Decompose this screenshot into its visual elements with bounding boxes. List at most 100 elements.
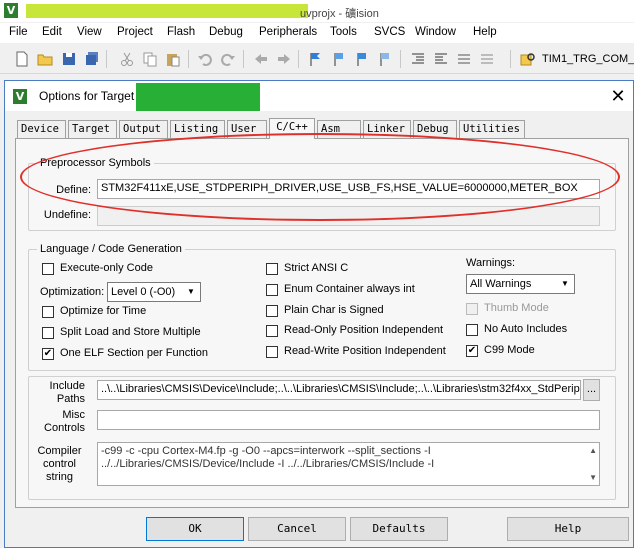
- include-label-line-2: Paths: [56, 393, 85, 405]
- strict-ansi-label: Strict ANSI C: [284, 262, 349, 274]
- warnings-value: All Warnings: [470, 278, 532, 290]
- thumb-mode-label: Thumb Mode: [484, 302, 549, 314]
- plain-char-checkbox[interactable]: [266, 305, 278, 317]
- tab-target[interactable]: Target: [68, 120, 117, 138]
- split-load-label: Split Load and Store Multiple: [60, 326, 201, 338]
- enum-container-checkbox[interactable]: [266, 284, 278, 296]
- warnings-select[interactable]: All Warnings ▼: [466, 274, 575, 294]
- target-name-combo[interactable]: TIM1_TRG_COM_T: [542, 53, 634, 65]
- misc-controls-label: Misc Controls: [34, 409, 85, 435]
- tab-device[interactable]: Device: [17, 120, 66, 138]
- menu-edit[interactable]: Edit: [42, 26, 62, 38]
- optimize-time-label: Optimize for Time: [60, 305, 147, 317]
- no-auto-includes-label: No Auto Includes: [484, 323, 568, 335]
- tab-listing[interactable]: Listing: [170, 120, 225, 138]
- optimize-time-checkbox[interactable]: [42, 306, 54, 318]
- execute-only-checkbox[interactable]: [42, 263, 54, 275]
- undefine-input[interactable]: [97, 206, 600, 226]
- help-button[interactable]: Help: [507, 517, 629, 541]
- menu-project[interactable]: Project: [117, 26, 153, 38]
- undo-icon[interactable]: [197, 51, 213, 67]
- defaults-button[interactable]: Defaults: [350, 517, 448, 541]
- preprocessor-group-label: Preprocessor Symbols: [37, 157, 154, 169]
- menu-debug[interactable]: Debug: [209, 26, 243, 38]
- options-dialog: V Options for Target ✕ Device Target Out…: [4, 80, 634, 548]
- tab-linker[interactable]: Linker: [363, 120, 411, 138]
- c99-mode-checkbox[interactable]: ✔: [466, 345, 478, 357]
- paste-icon[interactable]: [165, 51, 181, 67]
- clear-bookmarks-icon[interactable]: [377, 51, 393, 67]
- tab-c-cpp[interactable]: C/C++: [269, 118, 315, 139]
- scroll-down-icon[interactable]: ▼: [589, 471, 597, 484]
- menu-tools[interactable]: Tools: [330, 26, 357, 38]
- uncomment-icon[interactable]: [479, 51, 495, 67]
- misc-label-line-1: Misc: [62, 409, 85, 421]
- scroll-up-icon[interactable]: ▲: [589, 444, 597, 457]
- unindent-icon[interactable]: [433, 51, 449, 67]
- plain-char-label: Plain Char is Signed: [284, 304, 384, 316]
- c99-mode-label: C99 Mode: [484, 344, 535, 356]
- menu-window[interactable]: Window: [415, 26, 456, 38]
- compiler-label-line-2: control: [42, 458, 77, 470]
- comment-icon[interactable]: [456, 51, 472, 67]
- cpp-options-panel: Preprocessor Symbols Define: STM32F411xE…: [15, 138, 629, 508]
- split-load-checkbox[interactable]: [42, 327, 54, 339]
- keil-logo-icon: V: [13, 89, 27, 104]
- strict-ansi-checkbox[interactable]: [266, 263, 278, 275]
- compiler-string-textarea[interactable]: -c99 -c -cpu Cortex-M4.fp -g -O0 --apcs=…: [97, 442, 600, 486]
- prev-bookmark-icon[interactable]: [331, 51, 347, 67]
- tab-utilities[interactable]: Utilities: [459, 120, 525, 138]
- chevron-down-icon: ▼: [187, 287, 195, 296]
- include-label-line-1: Include: [49, 380, 85, 392]
- tab-asm[interactable]: Asm: [317, 120, 361, 138]
- menu-view[interactable]: View: [77, 26, 102, 38]
- misc-controls-input[interactable]: [97, 410, 600, 430]
- save-icon[interactable]: [61, 51, 77, 67]
- one-elf-checkbox[interactable]: ✔: [42, 348, 54, 360]
- thumb-mode-checkbox[interactable]: [466, 303, 478, 315]
- compiler-string-label: Compiler control string: [34, 445, 85, 484]
- nav-forward-icon[interactable]: [276, 51, 292, 67]
- optimization-select[interactable]: Level 0 (-O0) ▼: [107, 282, 201, 302]
- include-browse-button[interactable]: ...: [583, 379, 600, 401]
- keil-logo-icon: V: [4, 3, 18, 18]
- nav-back-icon[interactable]: [253, 51, 269, 67]
- compiler-label-line-3: string: [46, 471, 73, 483]
- app-title-bar: V uvprojx - 礦ision: [0, 0, 634, 22]
- rw-position-checkbox[interactable]: [266, 346, 278, 358]
- tab-output[interactable]: Output: [119, 120, 168, 138]
- next-bookmark-icon[interactable]: [354, 51, 370, 67]
- ok-button[interactable]: OK: [146, 517, 244, 541]
- include-paths-label: Include Paths: [34, 380, 85, 406]
- menu-svcs[interactable]: SVCS: [374, 26, 405, 38]
- bookmark-flag-icon[interactable]: [307, 51, 323, 67]
- ro-position-checkbox[interactable]: [266, 325, 278, 337]
- open-folder-icon[interactable]: [37, 51, 53, 67]
- redacted-project-path: [26, 4, 308, 18]
- include-paths-input[interactable]: ..\..\Libraries\CMSIS\Device\Include;..\…: [97, 380, 581, 400]
- app-title-text: uvprojx - 礦ision: [300, 8, 379, 20]
- find-in-files-icon[interactable]: [520, 51, 536, 67]
- optimization-label: Optimization:: [40, 286, 105, 298]
- tab-user[interactable]: User: [227, 120, 267, 138]
- menu-help[interactable]: Help: [473, 26, 497, 38]
- menu-file[interactable]: File: [9, 26, 28, 38]
- undefine-label: Undefine:: [43, 209, 91, 221]
- menu-peripherals[interactable]: Peripherals: [259, 26, 317, 38]
- redo-icon[interactable]: [220, 51, 236, 67]
- new-file-icon[interactable]: [14, 51, 30, 67]
- toolbar: TIM1_TRG_COM_T: [0, 44, 634, 74]
- define-input[interactable]: STM32F411xE,USE_STDPERIPH_DRIVER,USE_USB…: [97, 179, 600, 199]
- indent-icon[interactable]: [410, 51, 426, 67]
- misc-label-line-2: Controls: [44, 422, 85, 434]
- copy-icon[interactable]: [142, 51, 158, 67]
- cut-icon[interactable]: [119, 51, 135, 67]
- cancel-button[interactable]: Cancel: [248, 517, 346, 541]
- menu-flash[interactable]: Flash: [167, 26, 195, 38]
- close-icon[interactable]: ✕: [607, 85, 629, 107]
- no-auto-includes-checkbox[interactable]: [466, 324, 478, 336]
- redacted-target-name: [136, 83, 260, 111]
- tab-debug[interactable]: Debug: [413, 120, 457, 138]
- language-group-label: Language / Code Generation: [37, 243, 185, 255]
- save-all-icon[interactable]: [84, 51, 100, 67]
